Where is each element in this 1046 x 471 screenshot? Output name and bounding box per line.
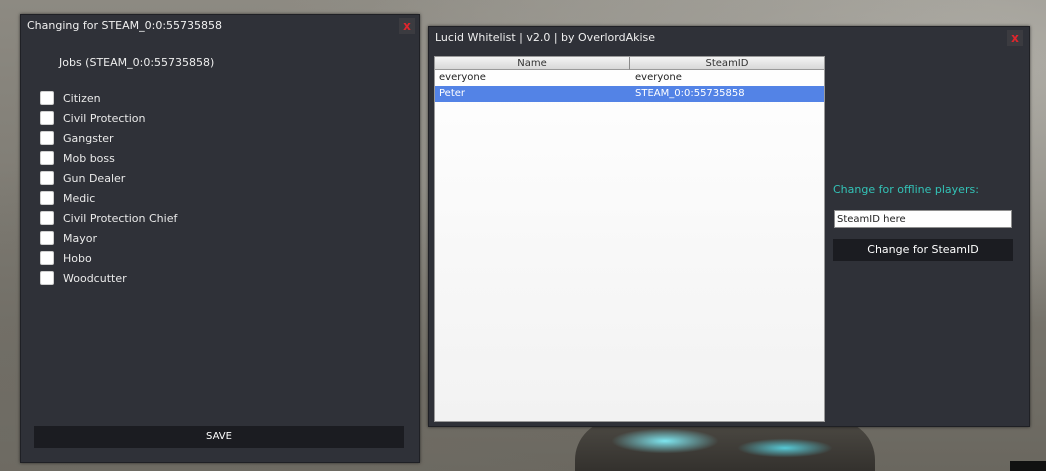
job-row: Civil Protection bbox=[40, 108, 177, 128]
job-list: Citizen Civil Protection Gangster Mob bo… bbox=[40, 88, 177, 288]
job-label: Civil Protection bbox=[63, 111, 146, 125]
job-checkbox[interactable] bbox=[40, 91, 54, 105]
steamid-input[interactable] bbox=[834, 210, 1012, 228]
job-label: Medic bbox=[63, 191, 96, 205]
job-row: Citizen bbox=[40, 88, 177, 108]
column-header-steamid[interactable]: SteamID bbox=[630, 57, 824, 70]
hud-fragment bbox=[1010, 461, 1046, 471]
column-header-name[interactable]: Name bbox=[435, 57, 630, 70]
whitelist-list[interactable]: Name SteamID everyone everyone Peter STE… bbox=[434, 56, 825, 422]
job-checkbox[interactable] bbox=[40, 271, 54, 285]
job-label: Gun Dealer bbox=[63, 171, 126, 185]
cell-name: everyone bbox=[439, 72, 486, 83]
job-label: Mob boss bbox=[63, 151, 115, 165]
job-row: Hobo bbox=[40, 248, 177, 268]
job-label: Civil Protection Chief bbox=[63, 211, 178, 225]
job-label: Gangster bbox=[63, 131, 114, 145]
job-checkbox[interactable] bbox=[40, 111, 54, 125]
list-row[interactable]: everyone everyone bbox=[435, 70, 824, 86]
job-row: Woodcutter bbox=[40, 268, 177, 288]
job-row: Mayor bbox=[40, 228, 177, 248]
job-label: Woodcutter bbox=[63, 271, 127, 285]
close-button[interactable]: x bbox=[1007, 30, 1023, 46]
job-row: Gun Dealer bbox=[40, 168, 177, 188]
background-machinery bbox=[575, 420, 875, 471]
job-checkbox[interactable] bbox=[40, 211, 54, 225]
list-header: Name SteamID bbox=[435, 57, 824, 70]
job-checkbox[interactable] bbox=[40, 231, 54, 245]
cell-name: Peter bbox=[439, 88, 466, 99]
job-label: Hobo bbox=[63, 251, 92, 265]
change-for-steamid-button[interactable]: Change for SteamID bbox=[833, 239, 1013, 261]
job-checkbox[interactable] bbox=[40, 251, 54, 265]
close-button[interactable]: x bbox=[399, 18, 415, 34]
jobs-header: Jobs (STEAM_0:0:55735858) bbox=[59, 56, 215, 69]
cell-steamid: everyone bbox=[635, 72, 682, 83]
window-title: Lucid Whitelist | v2.0 | by OverlordAkis… bbox=[435, 31, 656, 44]
window-title: Changing for STEAM_0:0:55735858 bbox=[27, 19, 223, 32]
game-viewport: Changing for STEAM_0:0:55735858 x Jobs (… bbox=[0, 0, 1046, 471]
job-label: Citizen bbox=[63, 91, 101, 105]
whitelist-window: Lucid Whitelist | v2.0 | by OverlordAkis… bbox=[428, 26, 1030, 427]
job-checkbox[interactable] bbox=[40, 191, 54, 205]
job-checkbox[interactable] bbox=[40, 131, 54, 145]
job-checkbox[interactable] bbox=[40, 171, 54, 185]
job-checkbox[interactable] bbox=[40, 151, 54, 165]
cell-steamid: STEAM_0:0:55735858 bbox=[635, 88, 745, 99]
offline-players-label: Change for offline players: bbox=[833, 183, 979, 196]
job-row: Medic bbox=[40, 188, 177, 208]
job-row: Civil Protection Chief bbox=[40, 208, 177, 228]
save-button[interactable]: SAVE bbox=[34, 426, 404, 448]
jobs-window: Changing for STEAM_0:0:55735858 x Jobs (… bbox=[20, 14, 420, 463]
job-row: Gangster bbox=[40, 128, 177, 148]
job-row: Mob boss bbox=[40, 148, 177, 168]
job-label: Mayor bbox=[63, 231, 97, 245]
list-row-selected[interactable]: Peter STEAM_0:0:55735858 bbox=[435, 86, 824, 102]
